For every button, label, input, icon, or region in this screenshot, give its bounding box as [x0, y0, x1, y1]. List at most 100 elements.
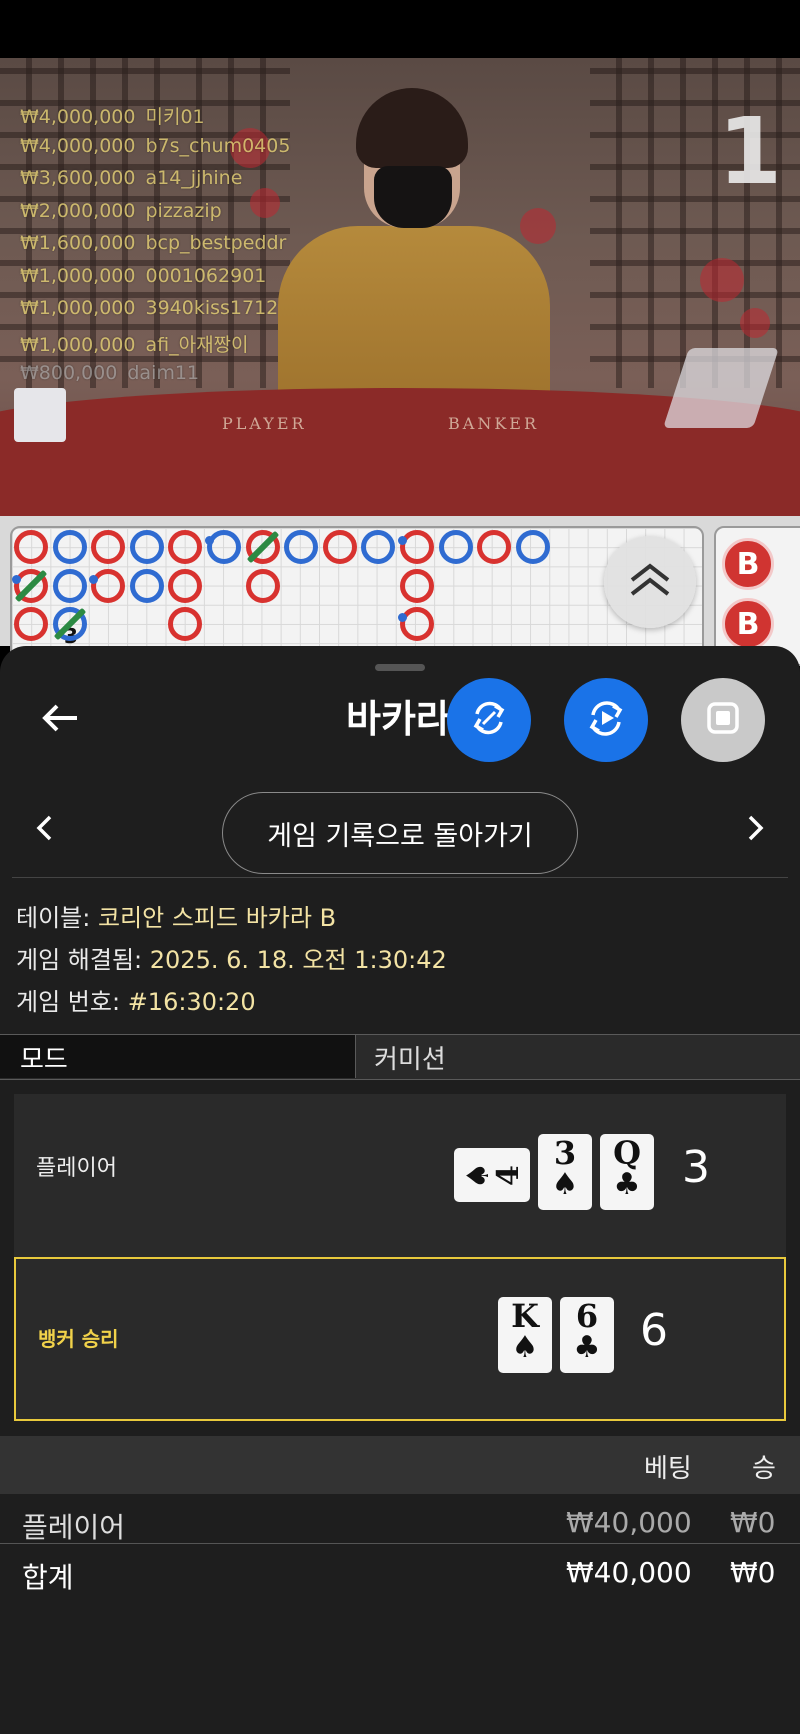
player-marker [515, 530, 550, 564]
banker-marker [168, 530, 203, 564]
bets-table-header: 베팅 승 [0, 1436, 800, 1494]
banker-hand: 뱅커 승리 K ♠ 6 ♣ 6 [14, 1257, 786, 1421]
sheet-grab-handle[interactable] [375, 664, 425, 671]
blossom-decoration [740, 308, 770, 338]
player-marker [284, 530, 319, 564]
banker-marker [400, 530, 434, 564]
player-hand-label: 플레이어 [36, 1156, 117, 1181]
side-road[interactable]: B B [714, 526, 800, 666]
banker-marker [91, 568, 126, 603]
side-road-banker-badge: B [722, 538, 774, 590]
player-card-sideways: ♠ 4 [454, 1148, 530, 1202]
game-navigation: 게임 기록으로 돌아가기 [0, 784, 800, 878]
player-marker [438, 530, 473, 564]
banker-card: 6 ♣ [560, 1297, 614, 1373]
banker-marker [91, 530, 126, 564]
side-road-banker-badge: B [722, 598, 774, 650]
player-score: 3 [682, 1142, 710, 1193]
felt-banker-label: BANKER [448, 414, 539, 433]
felt-player-label: PLAYER [222, 414, 307, 433]
replay-button[interactable] [564, 678, 648, 762]
mode-value: 커미션 [374, 1045, 446, 1075]
banker-win-label: 뱅커 승리 [38, 1327, 119, 1351]
table-info: 테이블: 코리안 스피드 바카라 B [16, 904, 337, 932]
bet-list-item: ₩1,600,000 bcp_bestpeddr [20, 232, 287, 254]
arrow-left-icon [41, 703, 79, 737]
player-marker [129, 530, 164, 564]
sheet-title: 바카라 [346, 697, 451, 741]
player-card: 3 ♠ [538, 1134, 592, 1210]
banker-marker [14, 607, 48, 642]
blossom-decoration [700, 258, 744, 302]
status-bar [0, 0, 800, 58]
double-chevron-up-icon [628, 562, 672, 602]
bet-row-label: 플레이어 [22, 1511, 126, 1544]
player-hand: 플레이어 ♠ 4 3 ♠ Q ♣ 3 [14, 1094, 786, 1258]
divider [12, 877, 788, 878]
table-row: 합계 ₩40,000 ₩0 [0, 1548, 800, 1598]
back-to-history-button[interactable]: 게임 기록으로 돌아가기 [222, 792, 578, 874]
bet-list-item: ₩1,000,000 0001062901 [20, 264, 267, 287]
pair-dot [12, 574, 21, 584]
mode-label: 모드 [0, 1035, 356, 1078]
win-column-header: 승 [752, 1454, 776, 1484]
game-number-info: 게임 번호: #16:30:20 [16, 988, 256, 1016]
banker-marker [14, 530, 48, 564]
mode-bar: 모드 커미션 [0, 1034, 800, 1080]
card-stack [14, 388, 66, 442]
refresh-button[interactable] [447, 678, 531, 762]
player-marker [361, 530, 396, 564]
bet-list-item: ₩1,000,000 3940kiss1712 [20, 297, 279, 319]
round-number: 1 [717, 98, 782, 205]
bet-list-item: ₩1,000,000 afi_아재짱이 [20, 333, 249, 356]
scroll-up-button[interactable] [604, 536, 696, 628]
divider [0, 1543, 800, 1544]
chevron-right-icon [746, 814, 766, 846]
stop-icon [705, 700, 741, 740]
recent-bets-list: ₩4,000,000 미키01 ₩4,000,000 b7s_chum0405 ₩3… [20, 102, 290, 395]
bet-column-header: 베팅 [644, 1454, 692, 1484]
bet-list-item: ₩800,000 daim11 [20, 362, 200, 384]
banker-marker [400, 607, 434, 642]
blossom-decoration [520, 208, 556, 244]
dealer-hair [356, 88, 468, 168]
app-root: PLAYER BANKER 1 ₩4,000,000 미키01 ₩4,000,00… [0, 0, 800, 1734]
banker-marker [168, 607, 203, 642]
refresh-icon [469, 698, 509, 742]
player-marker [52, 530, 87, 564]
banker-marker [477, 530, 512, 564]
total-win-amount: ₩0 [730, 1556, 776, 1589]
back-button[interactable] [36, 696, 84, 744]
player-marker [207, 530, 241, 564]
bet-list-item: ₩3,600,000 a14_jjhine [20, 167, 243, 189]
total-row-label: 합계 [22, 1561, 74, 1594]
live-video[interactable]: PLAYER BANKER 1 ₩4,000,000 미키01 ₩4,000,00… [0, 58, 800, 516]
previous-game-button[interactable] [22, 808, 66, 852]
banker-card: K ♠ [498, 1297, 552, 1373]
bet-row-win: ₩0 [730, 1506, 776, 1539]
player-marker [52, 568, 87, 603]
play-rotate-icon [585, 697, 627, 743]
total-bet-amount: ₩40,000 [566, 1556, 692, 1589]
chevron-left-icon [34, 814, 54, 846]
stop-button[interactable] [681, 678, 765, 762]
bet-list-item: ₩2,000,000 pizzazip [20, 199, 222, 222]
banker-marker [322, 530, 357, 564]
dealer-mask [374, 166, 452, 228]
banker-marker [400, 568, 434, 603]
pair-dot [205, 536, 214, 545]
big-road[interactable]: 3 [10, 526, 704, 666]
bet-list-item: ₩4,000,000 b7s_chum0405 [20, 134, 291, 157]
game-detail-sheet: 바카라 게임 기록으로 돌아가기 테이블: 코리안 스피드 바카라 B 게임 해… [0, 646, 800, 1734]
bet-list-item: ₩4,000,000 미키01 [20, 106, 205, 128]
banker-marker [245, 568, 280, 603]
resolved-time-info: 게임 해결됨: 2025. 6. 18. 오전 1:30:42 [16, 946, 447, 974]
player-marker [129, 568, 164, 603]
next-game-button[interactable] [734, 808, 778, 852]
pair-dot [398, 536, 407, 545]
banker-score: 6 [640, 1305, 668, 1356]
pair-dot [89, 574, 99, 584]
table-row: 플레이어 ₩40,000 ₩0 [0, 1498, 800, 1548]
banker-marker [168, 568, 203, 603]
player-card: Q ♣ [600, 1134, 654, 1210]
